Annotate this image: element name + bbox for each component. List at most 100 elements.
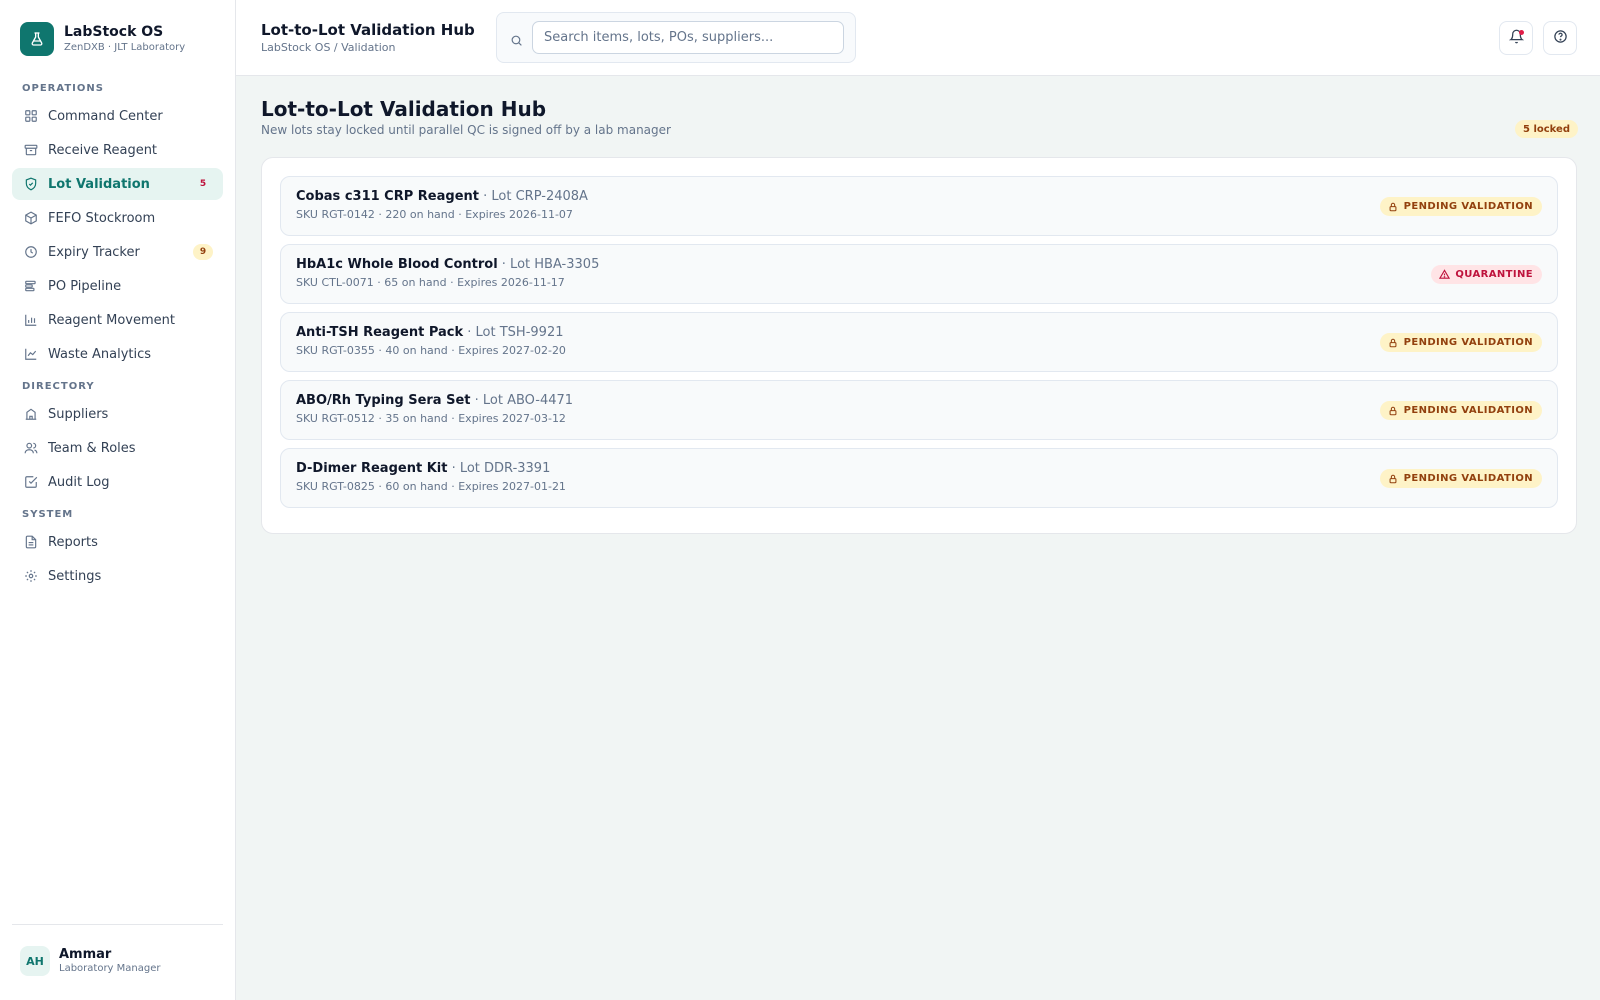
lot-number: · Lot DDR-3391 [451, 461, 551, 476]
sidebar-item-reports[interactable]: Reports [12, 526, 223, 558]
locked-count-badge: 5 locked [1515, 120, 1578, 138]
sidebar-item-po-pipeline[interactable]: PO Pipeline [12, 270, 223, 302]
lot-row[interactable]: Cobas c311 CRP Reagent · Lot CRP-2408A S… [280, 176, 1558, 236]
search-icon [510, 32, 524, 46]
sidebar-item-team-roles[interactable]: Team & Roles [12, 432, 223, 464]
top-header: Lot-to-Lot Validation Hub LabStock OS / … [236, 0, 1600, 76]
bar-chart-icon [23, 313, 38, 328]
sidebar-item-label: Team & Roles [48, 440, 136, 456]
lot-item-name: Cobas c311 CRP Reagent [296, 189, 479, 204]
help-circle-icon [1553, 29, 1568, 48]
user-profile[interactable]: AH Ammar Laboratory Manager [20, 946, 160, 976]
sidebar-item-reagent-movement[interactable]: Reagent Movement [12, 304, 223, 336]
pipeline-icon [23, 279, 38, 294]
status-label: PENDING VALIDATION [1403, 337, 1533, 348]
flask-icon [20, 22, 54, 56]
sidebar-item-audit-log[interactable]: Audit Log [12, 466, 223, 498]
shield-check-icon [23, 177, 38, 192]
search-input[interactable] [532, 21, 844, 54]
brand-name: LabStock OS [64, 24, 164, 40]
status-label: QUARANTINE [1455, 269, 1533, 280]
section-label-directory: DIRECTORY [22, 381, 95, 392]
lot-row[interactable]: D-Dimer Reagent Kit · Lot DDR-3391 SKU R… [280, 448, 1558, 508]
check-square-icon [23, 475, 38, 490]
line-chart-icon [23, 347, 38, 362]
sidebar-item-settings[interactable]: Settings [12, 560, 223, 592]
lot-meta: SKU RGT-0825 · 60 on hand · Expires 2027… [296, 480, 566, 493]
notification-dot [1519, 30, 1524, 35]
sidebar-item-label: FEFO Stockroom [48, 210, 156, 226]
notifications-button[interactable] [1499, 21, 1533, 55]
lot-number: · Lot ABO-4471 [474, 393, 574, 408]
lot-item-name: D-Dimer Reagent Kit [296, 461, 448, 476]
file-text-icon [23, 535, 38, 550]
search-bar [496, 12, 856, 63]
sidebar-item-command-center[interactable]: Command Center [12, 100, 223, 132]
sidebar-divider [12, 924, 223, 925]
page-title: Lot-to-Lot Validation Hub [261, 97, 547, 121]
section-label-operations: OPERATIONS [22, 83, 104, 94]
lock-icon [1388, 405, 1399, 416]
status-label: PENDING VALIDATION [1403, 201, 1533, 212]
grid-icon [23, 109, 38, 124]
building-icon [23, 407, 38, 422]
lock-icon [1388, 201, 1399, 212]
sidebar-item-label: Receive Reagent [48, 142, 158, 158]
sidebar-item-label: Expiry Tracker [48, 244, 140, 260]
nav-badge: 9 [193, 244, 213, 260]
user-role: Laboratory Manager [59, 963, 161, 974]
user-name: Ammar [59, 947, 112, 962]
alert-triangle-icon [1439, 269, 1451, 280]
lot-meta: SKU RGT-0512 · 35 on hand · Expires 2027… [296, 412, 566, 425]
lot-row[interactable]: ABO/Rh Typing Sera Set · Lot ABO-4471 SK… [280, 380, 1558, 440]
section-label-system: SYSTEM [22, 509, 74, 520]
lot-meta: SKU RGT-0142 · 220 on hand · Expires 202… [296, 208, 573, 221]
page-subtitle: New lots stay locked until parallel QC i… [261, 123, 671, 137]
sidebar-item-label: Lot Validation [48, 176, 150, 192]
lot-item-name: Anti-TSH Reagent Pack [296, 325, 464, 340]
lot-meta: SKU RGT-0355 · 40 on hand · Expires 2027… [296, 344, 566, 357]
header-title: Lot-to-Lot Validation Hub [261, 21, 475, 39]
status-badge: PENDING VALIDATION [1379, 333, 1542, 352]
sidebar-item-fefo-stockroom[interactable]: FEFO Stockroom [12, 202, 223, 234]
lot-number: · Lot TSH-9921 [467, 325, 564, 340]
brand[interactable]: LabStock OS ZenDXB · JLT Laboratory [20, 22, 185, 56]
archive-box-icon [23, 143, 38, 158]
lot-number: · Lot CRP-2408A [483, 189, 588, 204]
help-button[interactable] [1543, 21, 1577, 55]
status-label: PENDING VALIDATION [1403, 405, 1533, 416]
lock-icon [1388, 337, 1399, 348]
breadcrumb: LabStock OS / Validation [261, 41, 396, 54]
gear-icon [23, 569, 38, 584]
sidebar-item-receive-reagent[interactable]: Receive Reagent [12, 134, 223, 166]
status-badge: PENDING VALIDATION [1379, 401, 1542, 420]
lot-item-name: HbA1c Whole Blood Control [296, 257, 498, 272]
status-badge: QUARANTINE [1431, 265, 1542, 284]
users-icon [23, 441, 38, 456]
lot-row[interactable]: HbA1c Whole Blood Control · Lot HBA-3305… [280, 244, 1558, 304]
sidebar-item-lot-validation[interactable]: Lot Validation 5 [12, 168, 223, 200]
package-icon [23, 211, 38, 226]
sidebar-item-label: PO Pipeline [48, 278, 122, 294]
status-label: PENDING VALIDATION [1403, 473, 1533, 484]
lot-meta: SKU CTL-0071 · 65 on hand · Expires 2026… [296, 276, 565, 289]
status-badge: PENDING VALIDATION [1379, 197, 1542, 216]
sidebar: LabStock OS ZenDXB · JLT Laboratory OPER… [0, 0, 236, 1000]
status-badge: PENDING VALIDATION [1379, 469, 1542, 488]
clock-icon [23, 245, 38, 260]
lot-item-name: ABO/Rh Typing Sera Set [296, 393, 471, 408]
lock-icon [1388, 473, 1399, 484]
avatar: AH [20, 946, 50, 976]
sidebar-item-waste-analytics[interactable]: Waste Analytics [12, 338, 223, 370]
sidebar-item-suppliers[interactable]: Suppliers [12, 398, 223, 430]
lot-list-card: Cobas c311 CRP Reagent · Lot CRP-2408A S… [261, 157, 1577, 534]
sidebar-item-expiry-tracker[interactable]: Expiry Tracker 9 [12, 236, 223, 268]
sidebar-item-label: Waste Analytics [48, 346, 152, 362]
lot-row[interactable]: Anti-TSH Reagent Pack · Lot TSH-9921 SKU… [280, 312, 1558, 372]
sidebar-item-label: Command Center [48, 108, 163, 124]
sidebar-item-label: Audit Log [48, 474, 110, 490]
nav-badge: 5 [199, 179, 207, 189]
sidebar-item-label: Reports [48, 534, 98, 550]
sidebar-item-label: Reagent Movement [48, 312, 175, 328]
sidebar-item-label: Settings [48, 568, 102, 584]
